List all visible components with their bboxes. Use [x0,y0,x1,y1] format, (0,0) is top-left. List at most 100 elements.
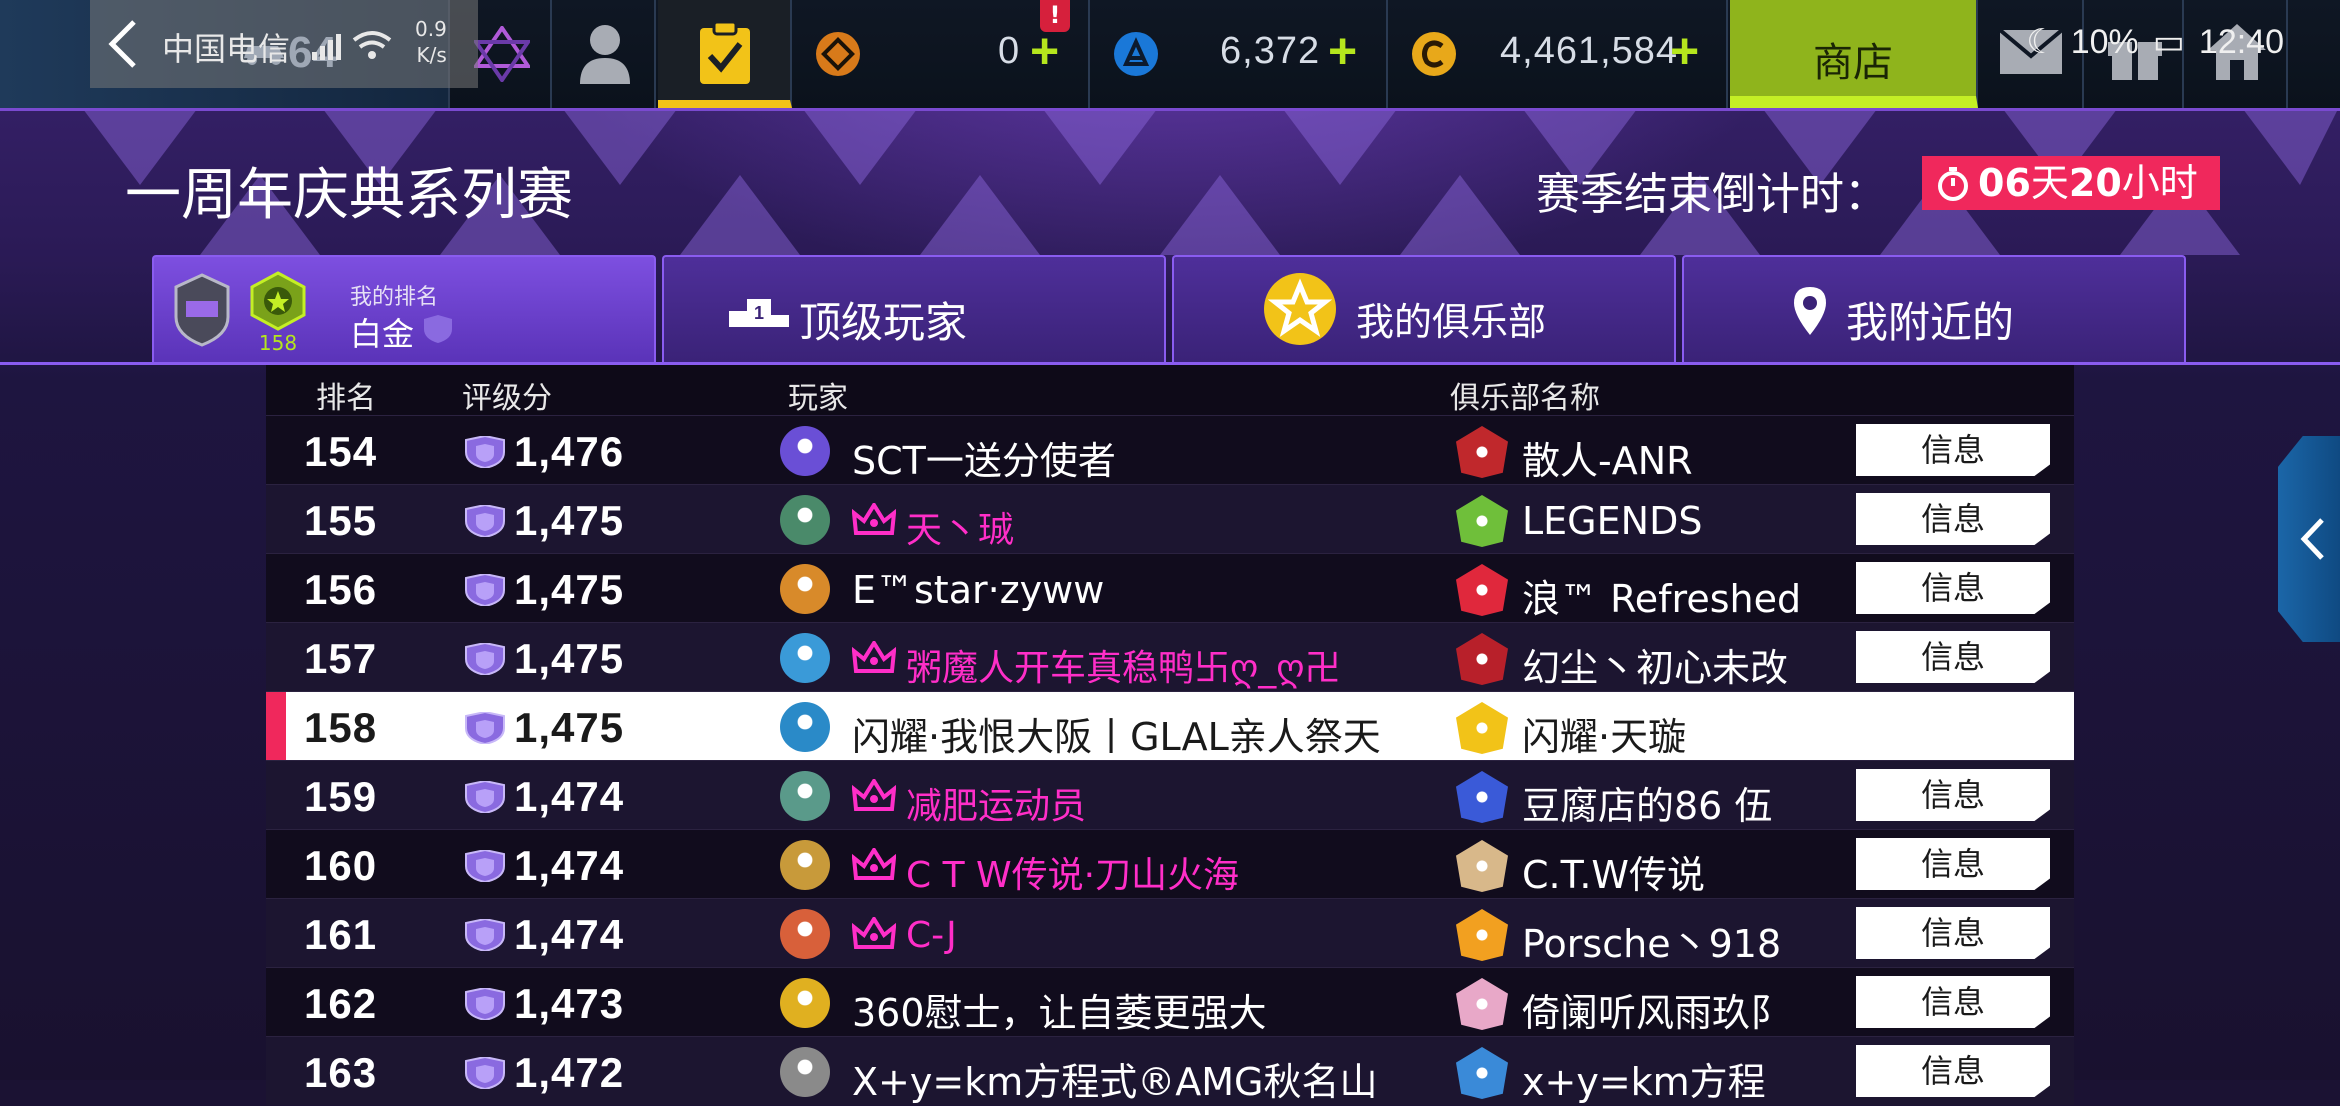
info-button[interactable]: 信息 [1856,562,2050,614]
rank-value: 157 [304,635,378,682]
player-name: C T W传说·刀山火海 [906,855,1240,896]
header-club: 俱乐部名称 [1450,381,1600,416]
signal-wifi-icon [312,31,392,60]
header-score: 评级分 [462,381,552,416]
rank-value: 156 [304,566,378,613]
rank-value: 159 [304,773,378,820]
table-row[interactable]: 160 1,474 C T W传说·刀山火海 C.T.W传说 信息 [266,829,2074,898]
info-button[interactable]: 信息 [1856,424,2050,476]
rating-score: 1,472 [514,1049,625,1096]
club-logo-icon [1456,495,1508,547]
battery-percent: 10% [2070,23,2139,61]
credits-icon [1412,32,1456,76]
info-button[interactable]: 信息 [1856,907,2050,959]
rating-shield-icon [465,850,505,882]
current-player-marker [266,692,286,761]
leaderboard-tabs: 158 我的排名 白金 1 顶级玩家 我的俱乐部 我附近的 [0,255,2340,365]
club-logo-icon [1456,702,1508,754]
club-name: Porsche丶918 [1522,922,1782,966]
player-name: 天丶珹 [906,510,1015,551]
club-emblem-icon [474,26,530,82]
vip-crown-icon [852,848,896,880]
club-logo-icon [1456,840,1508,892]
table-row[interactable]: 157 1,475 粥魔人开车真稳鸭卐ღ_ღ卍 幻尘丶初心未改 信息 [266,622,2074,691]
club-logo-icon [1456,564,1508,616]
my-rank-tier: 白金 [350,315,415,353]
tab-nearby[interactable]: 我附近的 [1682,255,2186,363]
info-button[interactable]: 信息 [1856,838,2050,890]
table-row[interactable]: 155 1,475 天丶珹 LEGENDS 信息 [266,484,2074,553]
rating-score: 1,475 [514,497,625,544]
table-row[interactable]: 156 1,475 E™star·zyww 浪™ Refreshed 信息 [266,553,2074,622]
shop-button[interactable]: 商店 [1730,0,1978,108]
tasks-button[interactable] [658,0,792,108]
tab-my-club[interactable]: 我的俱乐部 [1172,255,1676,363]
header-player: 玩家 [788,381,848,416]
rating-score: 1,476 [514,428,625,475]
credits-value: 4,461,584 [1500,30,1679,72]
network-speed: 0.9 K/s [415,17,447,67]
rating-score: 1,475 [514,704,625,751]
table-row[interactable]: 159 1,474 减肥运动员 豆腐店的86 伍 信息 [266,760,2074,829]
tokens-value: 0 [998,30,1021,72]
player-level: 158 [258,331,298,355]
club-name: C.T.W传说 [1522,853,1705,897]
profile-button[interactable] [554,0,656,108]
player-avatar [780,633,830,683]
rating-shield-icon [465,919,505,951]
clipboard-check-icon [700,20,750,84]
club-logo-icon [1456,771,1508,823]
rating-shield-icon [465,643,505,675]
vip-crown-icon [852,641,896,673]
club-name: 闪耀·天璇 [1522,715,1687,759]
blueprint-icon [1114,32,1158,76]
table-row[interactable]: 161 1,474 C-J Porsche丶918 信息 [266,898,2074,967]
player-avatar [780,426,830,476]
info-button[interactable]: 信息 [1856,1045,2050,1097]
rank-value: 163 [304,1049,378,1096]
season-countdown-label: 赛季结束倒计时： [1536,169,1888,220]
player-name: C-J [906,915,957,956]
table-row-current-player[interactable]: 158 1,475 闪耀·我恨大阪丨GLAL亲人祭天 闪耀·天璇 [266,691,2074,761]
moon-icon: ☾ [2026,23,2057,61]
club-logo-icon [1456,426,1508,478]
table-row[interactable]: 162 1,473 360慰士，让自萎更强大 倚阑听风雨玖阝 信息 [266,967,2074,1036]
blueprints-counter[interactable]: 6,372 + [1092,0,1388,108]
player-name: X+y=km方程式®AMG秋名山 [852,1060,1378,1104]
rating-score: 1,473 [514,980,625,1027]
info-button[interactable]: 信息 [1856,631,2050,683]
level-badge-icon [250,271,306,331]
back-arrow-icon[interactable] [104,16,144,72]
vip-crown-icon [852,917,896,949]
rating-shield-icon [465,574,505,606]
blueprints-value: 6,372 [1220,30,1321,72]
info-button[interactable]: 信息 [1856,769,2050,821]
info-button[interactable]: 信息 [1856,493,2050,545]
table-row[interactable]: 163 1,472 X+y=km方程式®AMG秋名山 x+y=km方程 信息 [266,1036,2074,1105]
system-status-right: ☾ 10% ▭ 12:40 [2012,22,2284,62]
info-button[interactable]: 信息 [1856,976,2050,1028]
blueprints-plus-button[interactable]: + [1328,22,1357,80]
table-row[interactable]: 154 1,476 SCT一送分使者 散人-ANR 信息 [266,415,2074,484]
stopwatch-icon [1938,167,1968,201]
vip-crown-icon [852,779,896,811]
rating-score: 1,475 [514,566,625,613]
tab-my-club-label: 我的俱乐部 [1356,300,1547,344]
rating-score: 1,475 [514,635,625,682]
rank-value: 161 [304,911,378,958]
club-logo-icon [1456,1047,1508,1099]
vip-crown-icon [852,503,896,535]
token-icon [816,32,860,76]
credits-plus-button[interactable]: + [1670,22,1699,80]
my-rank-label: 我的排名 [350,285,439,310]
player-name: E™star·zyww [852,568,1105,612]
tab-top-players[interactable]: 1 顶级玩家 [662,255,1166,363]
side-panel-toggle[interactable] [2278,436,2340,642]
player-name: SCT一送分使者 [852,439,1116,483]
credits-counter[interactable]: 4,461,584 + [1390,0,1728,108]
tab-my-rank[interactable]: 158 我的排名 白金 [152,255,656,363]
player-name: 闪耀·我恨大阪丨GLAL亲人祭天 [852,715,1381,759]
player-avatar [780,909,830,959]
club-name: LEGENDS [1522,499,1703,543]
rating-shield-icon [465,988,505,1020]
